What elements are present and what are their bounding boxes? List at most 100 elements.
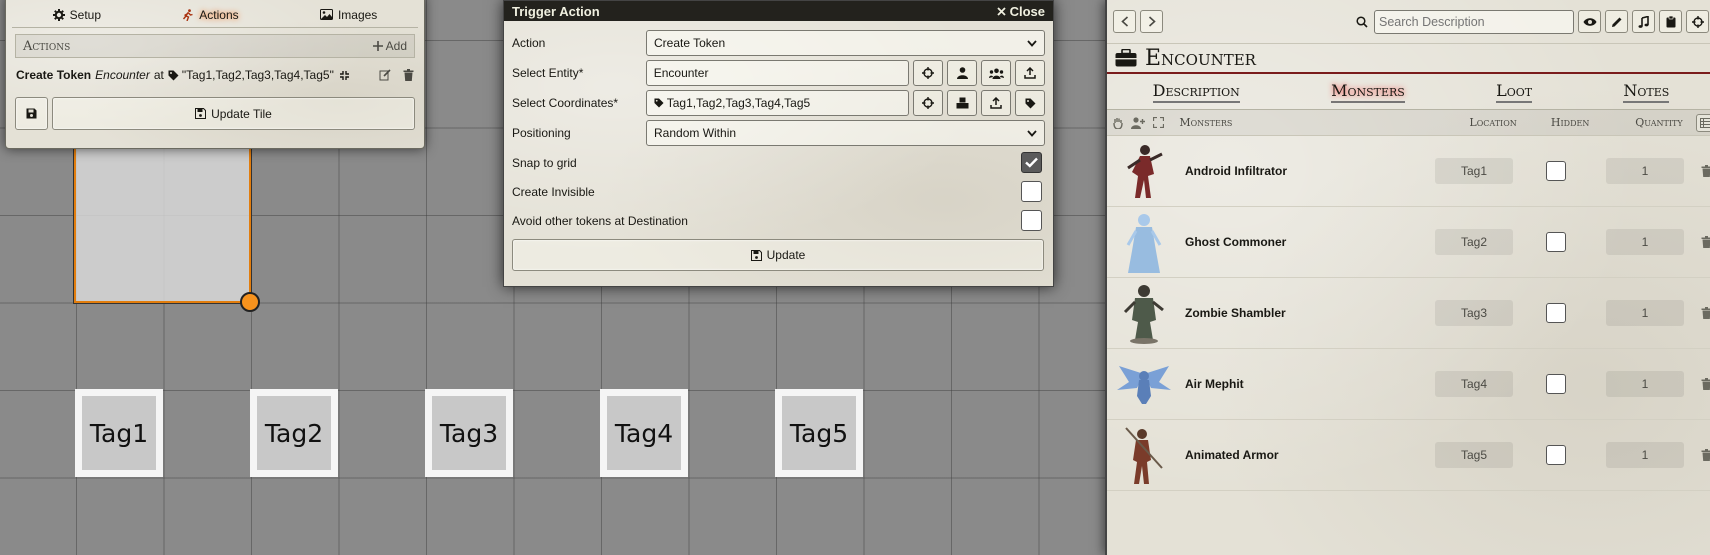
coords-field-value: Tag1,Tag2,Tag3,Tag4,Tag5 [666,96,811,110]
user-icon [956,67,968,79]
search-input[interactable] [1374,9,1574,34]
monster-quantity[interactable]: 1 [1606,158,1684,184]
forward-button[interactable] [1140,10,1163,33]
monster-hidden-checkbox[interactable] [1546,232,1566,252]
dialog-title: Trigger Action [512,3,600,19]
monster-location[interactable]: Tag5 [1435,442,1513,468]
avoid-checkbox[interactable] [1021,210,1042,231]
music-button[interactable] [1632,10,1655,33]
action-list-item[interactable]: Create Token Encounter at "Tag1,Tag2,Tag… [16,61,414,89]
select-player-button[interactable] [947,60,978,86]
list-view-button[interactable] [1695,113,1710,132]
snap-label: Snap to grid [512,155,577,170]
entity-field[interactable]: Encounter [645,60,910,86]
select-location-button[interactable] [913,90,944,116]
save-button[interactable] [15,97,48,130]
select-group-button[interactable] [981,60,1012,86]
tab-loot[interactable]: Loot [1496,81,1533,103]
monster-quantity[interactable]: 1 [1606,300,1684,326]
user-plus-icon[interactable] [1131,116,1145,129]
floppy-disk-icon [26,108,37,119]
tag-token[interactable]: Tag1 [75,389,163,477]
clipboard-button[interactable] [1659,10,1682,33]
select-tiles-button[interactable] [947,90,978,116]
trash-icon[interactable] [1701,449,1710,461]
trash-icon[interactable] [1701,378,1710,390]
tab-description[interactable]: Description [1152,81,1240,103]
edit-icon[interactable] [379,69,391,81]
trigger-action-dialog: Trigger Action Close Action Create Token… [503,0,1054,287]
select-target-button[interactable] [913,60,944,86]
tag-token[interactable]: Tag5 [775,389,863,477]
tile-resize-handle[interactable] [240,292,260,312]
list-item[interactable]: Animated Armor Tag5 1 [1107,420,1710,491]
snap-checkbox[interactable] [1021,152,1042,173]
list-item[interactable]: Android Infiltrator Tag1 1 [1107,136,1710,207]
tab-setup-label: Setup [69,7,101,22]
trash-icon[interactable] [1701,236,1710,248]
monster-quantity[interactable]: 1 [1606,442,1684,468]
coords-row: Select Coordinates* Tag1,Tag2,Tag3,Tag4,… [512,88,1045,118]
tag-token-label: Tag5 [782,396,856,470]
monster-hidden-checkbox[interactable] [1546,161,1566,181]
chevron-right-icon [1148,16,1156,27]
monster-portrait [1113,211,1175,273]
tab-images[interactable]: Images [319,7,378,22]
coords-field[interactable]: Tag1,Tag2,Tag3,Tag4,Tag5 [645,90,910,116]
monster-quantity[interactable]: 1 [1606,371,1684,397]
tab-notes[interactable]: Notes [1623,81,1670,103]
monster-location[interactable]: Tag4 [1435,371,1513,397]
monsters-table-header: Monsters Location Hidden Quantity [1107,110,1710,136]
monster-location[interactable]: Tag1 [1435,158,1513,184]
back-button[interactable] [1113,10,1136,33]
list-item[interactable]: Zombie Shambler Tag3 1 [1107,278,1710,349]
trash-icon[interactable] [1701,165,1710,177]
monster-location[interactable]: Tag3 [1435,300,1513,326]
tag-token-label: Tag2 [257,396,331,470]
add-action-label: Add [385,39,407,53]
monster-hidden-checkbox[interactable] [1546,303,1566,323]
tag-token[interactable]: Tag4 [600,389,688,477]
action-at: at [153,68,164,82]
tile-config-footer: Update Tile [15,97,415,130]
update-tile-button[interactable]: Update Tile [52,97,415,130]
invisible-checkbox[interactable] [1021,181,1042,202]
hand-icon[interactable] [1113,117,1123,129]
monster-hidden-checkbox[interactable] [1546,445,1566,465]
monster-quantity[interactable]: 1 [1606,229,1684,255]
positioning-label: Positioning [512,126,571,140]
eye-icon [1583,17,1597,27]
monster-hidden-checkbox[interactable] [1546,374,1566,394]
tab-actions[interactable]: Actions [182,8,239,22]
journal-title-row: Encounter [1107,44,1710,74]
trash-icon[interactable] [1701,307,1710,319]
tile-config-window: Setup Actions Images Actions Add Create … [5,0,425,149]
edit-button[interactable] [1605,10,1628,33]
show-players-button[interactable] [1578,10,1601,33]
select-tag-button[interactable] [1015,90,1045,116]
monster-portrait [1113,424,1175,486]
tag-token[interactable]: Tag2 [250,389,338,477]
close-button[interactable]: Close [996,3,1045,19]
tag-token[interactable]: Tag3 [425,389,513,477]
update-button[interactable]: Update [512,239,1044,271]
monster-name: Air Mephit [1185,377,1244,391]
positioning-select[interactable]: Random Within [646,120,1045,146]
action-verb: Create Token [16,68,92,82]
upload-button[interactable] [1015,60,1045,86]
close-label: Close [1009,3,1045,19]
action-select[interactable]: Create Token [646,30,1045,56]
monster-location[interactable]: Tag2 [1435,229,1513,255]
upload-coords-button[interactable] [981,90,1012,116]
target-button[interactable] [1686,10,1709,33]
tab-setup[interactable]: Setup [52,7,101,22]
list-item[interactable]: Air Mephit Tag4 1 [1107,349,1710,420]
list-item[interactable]: Ghost Commoner Tag2 1 [1107,207,1710,278]
avoid-row: Avoid other tokens at Destination [512,206,1045,235]
tab-images-label: Images [337,7,378,22]
trash-icon[interactable] [403,69,414,81]
tab-monsters[interactable]: Monsters [1331,81,1405,103]
add-action-button[interactable]: Add [372,39,407,53]
expand-icon[interactable] [1153,117,1164,129]
crosshairs-icon [1691,15,1704,28]
